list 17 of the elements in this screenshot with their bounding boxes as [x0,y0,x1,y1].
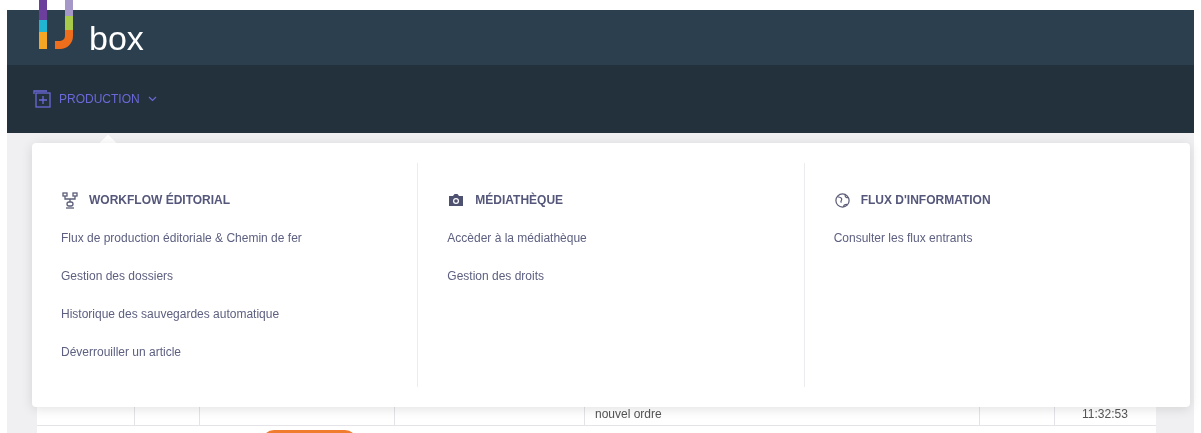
globe-icon [833,191,851,209]
menu-link[interactable]: Déverrouiller un article [61,343,182,361]
menu-link[interactable]: Gestion des droits [447,267,545,285]
menu-link[interactable]: Accèder à la médiathèque [447,229,587,247]
menu-link[interactable]: Gestion des dossiers [61,267,174,285]
menu-link[interactable]: Consulter les flux entrants [833,229,973,247]
menu-section-title: FLUX D'INFORMATION [860,192,991,209]
workflow-icon [61,191,79,209]
table-cell-text: 11:32:53 [1081,406,1129,423]
chevron-down-icon [147,96,157,102]
add-box-icon [33,90,51,108]
menu-section-title: WORKFLOW ÉDITORIAL [89,191,231,209]
menu-link[interactable]: Historique des sauvegardes automatique [61,305,280,323]
camera-icon [447,192,466,208]
menu-link[interactable]: Flux de production éditoriale & Chemin de fer [61,229,302,247]
logo-text: box [89,20,144,55]
menu-section-title: MÉDIATHÈQUE [475,191,564,209]
